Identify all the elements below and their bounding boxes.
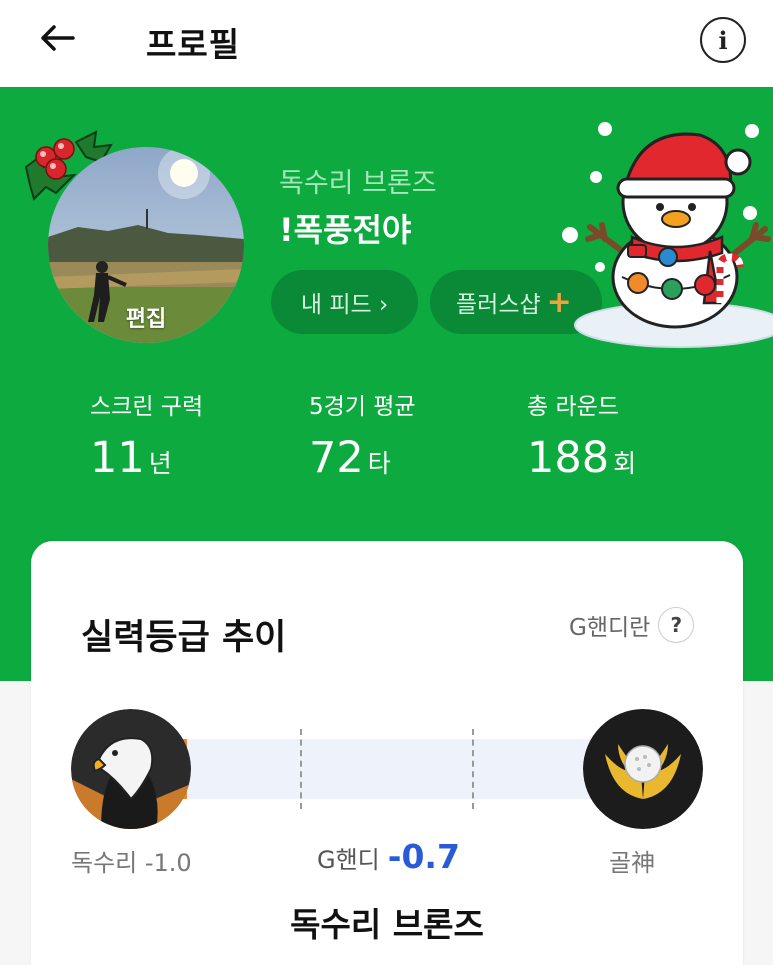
top-bar: 프로필 i [0, 0, 773, 87]
stat-number: 11 [90, 433, 145, 483]
golf-wings-icon [583, 709, 703, 829]
arrow-left-icon [41, 25, 75, 51]
stat-label: 총 라운드 [527, 394, 619, 420]
progress-divider [472, 729, 474, 809]
stat-value: 72 타 [309, 433, 416, 483]
next-grade-label: 골神 [609, 849, 656, 877]
stat-five-game-average: 5경기 평균 72 타 [309, 387, 416, 483]
stat-unit: 회 [613, 449, 637, 478]
profile-avatar[interactable]: 편집 [48, 147, 244, 343]
my-feed-button[interactable]: 내 피드 › [271, 270, 418, 334]
eagle-grade-badge [71, 709, 191, 829]
stat-number: 188 [527, 433, 610, 483]
stat-unit: 타 [367, 449, 391, 478]
current-grade-name: 독수리 브론즈 [290, 905, 484, 944]
stat-label: 스크린 구력 [90, 394, 204, 420]
skill-grade-trend-card: 실력등급 추이 G핸디란 ? 독수리 -1.0 G핸디 -0.7 골神 독수리 … [31, 541, 743, 965]
stat-total-rounds: 총 라운드 188 회 [527, 387, 636, 483]
info-icon[interactable]: i [700, 17, 746, 63]
stat-value: 188 회 [527, 433, 636, 483]
plus-shop-label: 플러스샵 [456, 292, 541, 318]
nickname: !폭풍전야 [279, 211, 412, 249]
page-title: 프로필 [146, 25, 241, 64]
stat-value: 11 년 [90, 433, 203, 483]
back-button[interactable] [34, 18, 80, 58]
ghandi-help-link[interactable]: G핸디란 ? [569, 607, 695, 643]
golf-god-grade-badge [583, 709, 703, 829]
snowman-decoration-icon [562, 122, 773, 348]
progress-divider [300, 729, 302, 809]
stat-screen-years: 스크린 구력 11 년 [90, 387, 203, 483]
stat-number: 72 [309, 433, 364, 483]
edit-avatar-label[interactable]: 편집 [48, 301, 244, 333]
ghandi-value-display: G핸디 -0.7 [317, 837, 460, 876]
eagle-icon [71, 709, 191, 829]
current-grade-label: 독수리 -1.0 [71, 849, 192, 877]
stat-unit: 년 [148, 449, 172, 478]
grade-name: 독수리 브론즈 [279, 168, 437, 199]
profile-page: 프로필 i 편집 독수리 브론즈 !폭풍전야 내 피드 › 플러스샵 + 스크린… [0, 0, 773, 965]
card-title: 실력등급 추이 [81, 618, 287, 658]
ghandi-help-label: G핸디란 [569, 615, 651, 641]
ghandi-value: -0.7 [387, 837, 460, 876]
grade-progress-track [181, 739, 605, 799]
stat-label: 5경기 평균 [309, 394, 416, 420]
ghandi-label: G핸디 [317, 846, 380, 874]
question-icon: ? [658, 607, 695, 643]
